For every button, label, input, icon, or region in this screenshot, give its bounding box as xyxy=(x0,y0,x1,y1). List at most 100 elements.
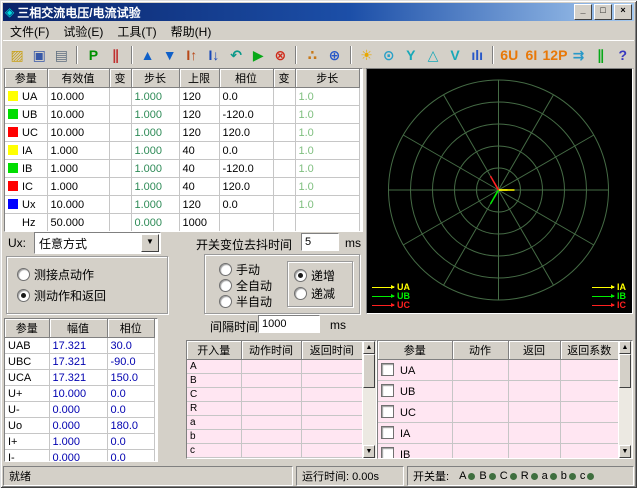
step-cell-2[interactable]: 1.0 xyxy=(295,142,360,160)
phase-cell[interactable] xyxy=(219,214,273,232)
scroll-up-icon[interactable]: ▲ xyxy=(363,341,375,354)
scrollbar[interactable]: ▲ ▼ xyxy=(618,341,632,458)
vary-cell-2[interactable] xyxy=(273,178,295,196)
vary-cell[interactable] xyxy=(109,106,131,124)
scrollbar[interactable]: ▲ ▼ xyxy=(362,341,376,458)
current-lower-button[interactable]: I↓ xyxy=(203,43,225,67)
vary-cell-2[interactable] xyxy=(273,142,295,160)
start-button[interactable]: ▶ xyxy=(247,43,269,67)
twelve-p-button[interactable]: 12P xyxy=(542,43,567,67)
menu-help[interactable]: 帮助(H) xyxy=(164,22,219,41)
step-cell[interactable]: 1.000 xyxy=(131,106,179,124)
step-cell-2[interactable]: 1.0 xyxy=(295,88,360,106)
step-cell-2[interactable]: 1.0 xyxy=(295,106,360,124)
step-cell[interactable]: 1.000 xyxy=(131,124,179,142)
vary-cell-2[interactable] xyxy=(273,160,295,178)
vary-cell[interactable] xyxy=(109,142,131,160)
phasor-button[interactable]: ∴ xyxy=(301,43,323,67)
six-u-button[interactable]: 6U xyxy=(498,43,520,67)
menu-file[interactable]: 文件(F) xyxy=(3,22,56,41)
menu-test[interactable]: 试验(E) xyxy=(56,22,110,41)
checkbox[interactable] xyxy=(381,426,394,439)
value-cell[interactable]: 10.000 xyxy=(47,106,109,124)
value-cell[interactable]: 50.000 xyxy=(47,214,109,232)
zoom-button[interactable]: ⊕ xyxy=(323,43,345,67)
step-cell-2[interactable] xyxy=(295,214,360,232)
scroll-thumb[interactable] xyxy=(619,354,631,388)
value-cell[interactable]: 1.000 xyxy=(47,178,109,196)
limit-cell[interactable]: 120 xyxy=(179,124,219,142)
limit-cell[interactable]: 40 xyxy=(179,142,219,160)
interval-input[interactable] xyxy=(258,315,320,333)
limit-cell[interactable]: 1000 xyxy=(179,214,219,232)
step-cell-2[interactable]: 1.0 xyxy=(295,124,360,142)
vector-circle-button[interactable]: ⊙ xyxy=(378,43,400,67)
save-button[interactable]: ▣ xyxy=(28,43,50,67)
vary-cell[interactable] xyxy=(109,88,131,106)
phase-cell[interactable]: -120.0 xyxy=(219,106,273,124)
wye-button[interactable]: Y xyxy=(400,43,422,67)
vary-cell-2[interactable] xyxy=(273,196,295,214)
checkbox[interactable] xyxy=(381,384,394,397)
checkbox[interactable] xyxy=(381,405,394,418)
limit-cell[interactable]: 40 xyxy=(179,160,219,178)
vary-cell-2[interactable] xyxy=(273,214,295,232)
step-cell-2[interactable]: 1.0 xyxy=(295,178,360,196)
phase-cell[interactable]: 0.0 xyxy=(219,196,273,214)
undo-button[interactable]: ↶ xyxy=(225,43,247,67)
vary-cell-2[interactable] xyxy=(273,124,295,142)
vary-cell[interactable] xyxy=(109,124,131,142)
limit-cell[interactable]: 120 xyxy=(179,196,219,214)
scroll-thumb[interactable] xyxy=(363,354,375,388)
value-cell[interactable]: 10.000 xyxy=(47,196,109,214)
phase-cell[interactable]: 0.0 xyxy=(219,142,273,160)
open-button[interactable]: ▨ xyxy=(6,43,28,67)
step-cell[interactable]: 1.000 xyxy=(131,196,179,214)
menu-tools[interactable]: 工具(T) xyxy=(110,22,163,41)
step-cell[interactable]: 0.000 xyxy=(131,214,179,232)
current-raise-button[interactable]: I↑ xyxy=(181,43,203,67)
value-cell[interactable]: 10.000 xyxy=(47,124,109,142)
direction-radio[interactable]: 递减 xyxy=(294,285,335,302)
direction-radio[interactable]: 递增 xyxy=(294,267,335,284)
phase-cell[interactable]: -120.0 xyxy=(219,160,273,178)
parameter-button[interactable]: P xyxy=(82,43,104,67)
phase-cell[interactable]: 0.0 xyxy=(219,88,273,106)
mode-radio[interactable]: 测接点动作 xyxy=(17,266,94,283)
ux-mode-select[interactable]: 任意方式 ▼ xyxy=(34,232,161,254)
aux-bars-button[interactable]: ∥ xyxy=(590,43,612,67)
limit-cell[interactable]: 120 xyxy=(179,88,219,106)
limit-cell[interactable]: 40 xyxy=(179,178,219,196)
step-cell[interactable]: 1.000 xyxy=(131,178,179,196)
step-cell-2[interactable]: 1.0 xyxy=(295,160,360,178)
lower-button[interactable]: ▼ xyxy=(159,43,181,67)
vee-button[interactable]: V xyxy=(444,43,466,67)
step-cell[interactable]: 1.000 xyxy=(131,142,179,160)
scroll-down-icon[interactable]: ▼ xyxy=(363,445,375,458)
help-button[interactable]: ? xyxy=(612,43,634,67)
scroll-up-icon[interactable]: ▲ xyxy=(619,341,631,354)
phase-cell[interactable]: 120.0 xyxy=(219,178,273,196)
vary-cell[interactable] xyxy=(109,160,131,178)
run-mode-radio[interactable]: 半自动 xyxy=(219,293,272,310)
stop-button[interactable]: ⊗ xyxy=(269,43,291,67)
vary-cell[interactable] xyxy=(109,214,131,232)
vary-cell[interactable] xyxy=(109,178,131,196)
debounce-input[interactable] xyxy=(301,233,339,251)
dropdown-arrow-icon[interactable]: ▼ xyxy=(141,234,159,252)
phase-cell[interactable]: 120.0 xyxy=(219,124,273,142)
step-cell[interactable]: 1.000 xyxy=(131,160,179,178)
value-cell[interactable]: 10.000 xyxy=(47,88,109,106)
harmonic-button[interactable]: ılı xyxy=(466,43,488,67)
value-cell[interactable]: 1.000 xyxy=(47,160,109,178)
step-cell[interactable]: 1.000 xyxy=(131,88,179,106)
vary-cell[interactable] xyxy=(109,196,131,214)
checkbox[interactable] xyxy=(381,363,394,376)
run-mode-radio[interactable]: 全自动 xyxy=(219,277,272,294)
titlebar[interactable]: ◈ 三相交流电压/电流试验 _ □ × xyxy=(3,3,634,21)
vary-cell-2[interactable] xyxy=(273,106,295,124)
print-button[interactable]: ▤ xyxy=(50,43,72,67)
step-cell-2[interactable]: 1.0 xyxy=(295,196,360,214)
limit-cell[interactable]: 120 xyxy=(179,106,219,124)
six-i-button[interactable]: 6I xyxy=(520,43,542,67)
